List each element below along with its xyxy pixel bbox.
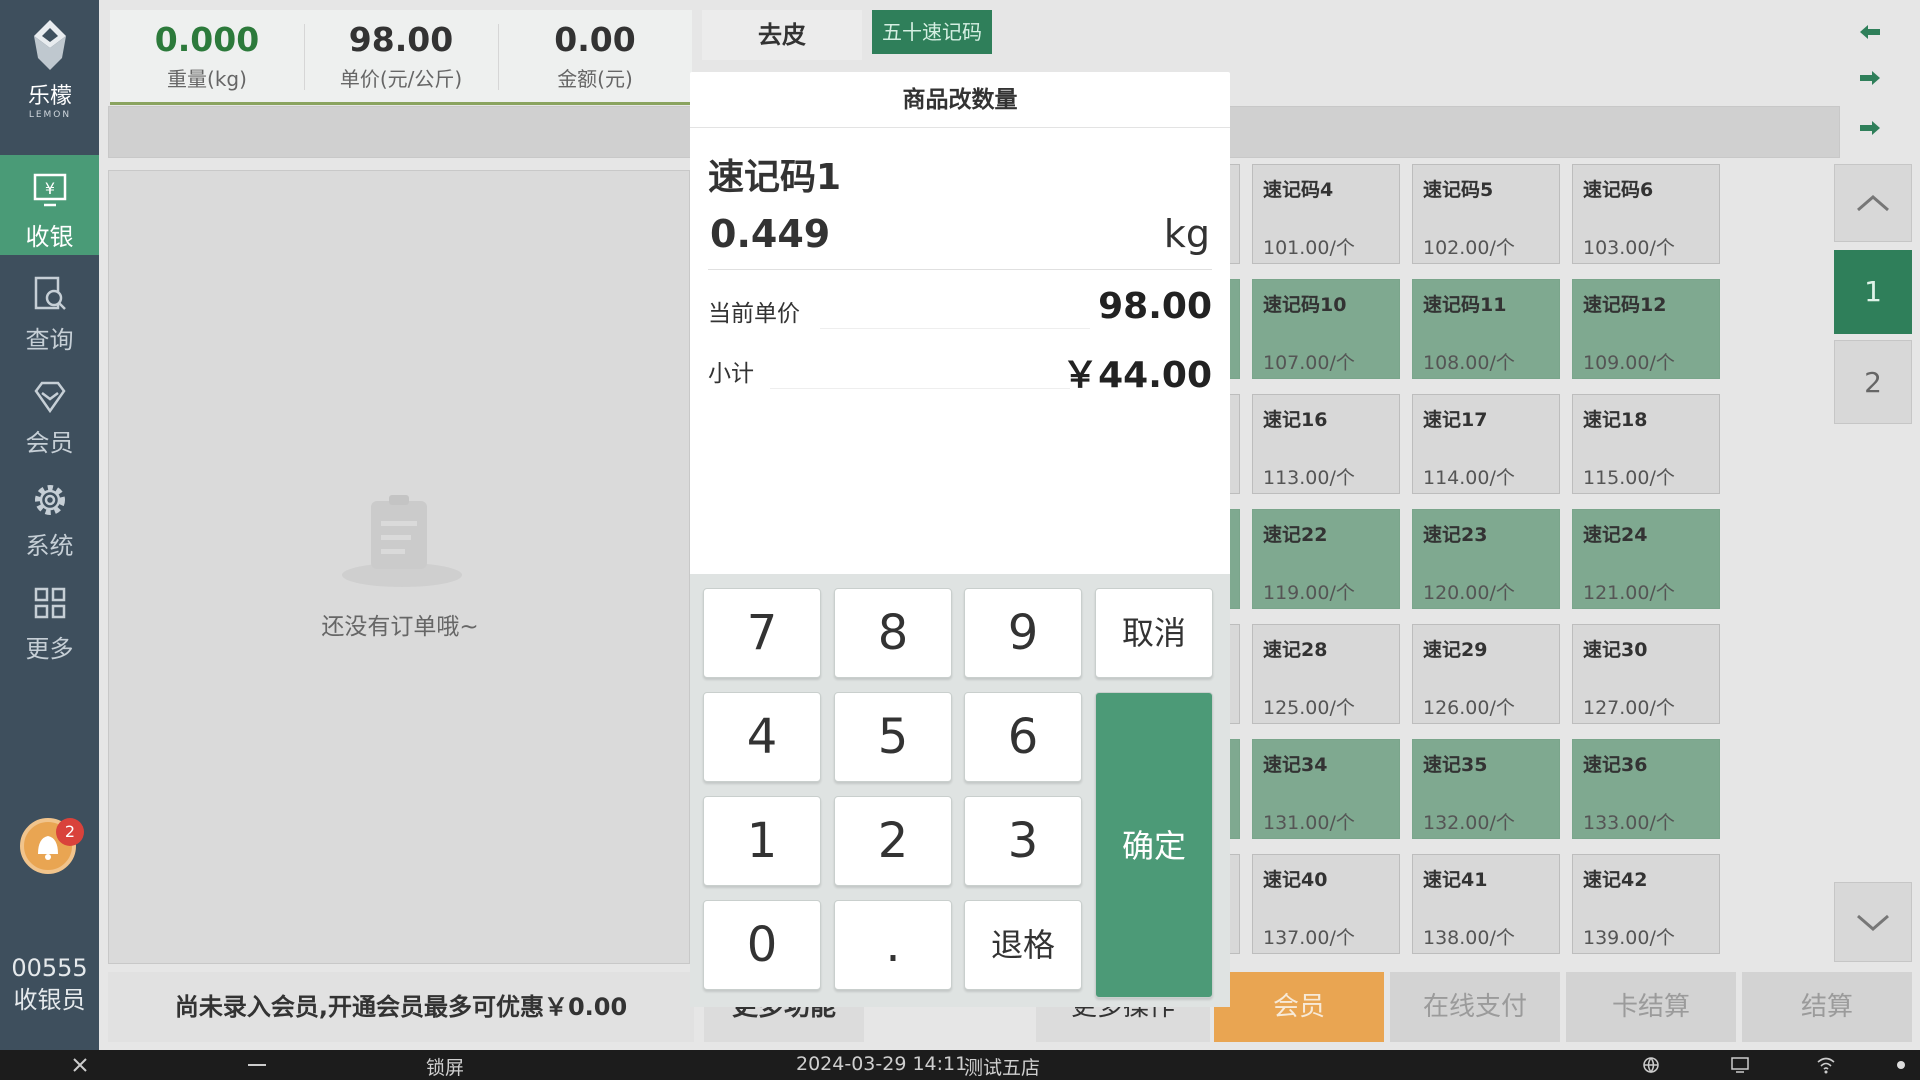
confirm-button[interactable]: 确定 bbox=[1095, 692, 1213, 998]
unit-price-label: 当前单价 bbox=[708, 301, 800, 327]
wifi-icon bbox=[1817, 1057, 1835, 1074]
key-5[interactable]: 5 bbox=[834, 692, 952, 782]
minimize-icon[interactable] bbox=[248, 1064, 266, 1066]
datetime: 2024-03-29 14:11 bbox=[796, 1053, 968, 1075]
globe-icon bbox=[1643, 1057, 1659, 1074]
numeric-keypad: 7 8 9 取消 4 5 6 确定 1 2 3 0 . 退格 bbox=[690, 574, 1230, 1007]
key-decimal[interactable]: . bbox=[834, 900, 952, 990]
product-name: 速记码1 bbox=[708, 157, 842, 198]
key-2[interactable]: 2 bbox=[834, 796, 952, 886]
lock-screen-button[interactable]: 锁屏 bbox=[426, 1053, 464, 1080]
key-7[interactable]: 7 bbox=[703, 588, 821, 678]
cancel-button[interactable]: 取消 bbox=[1095, 588, 1213, 678]
key-4[interactable]: 4 bbox=[703, 692, 821, 782]
subtotal-label: 小计 bbox=[708, 361, 754, 387]
key-0[interactable]: 0 bbox=[703, 900, 821, 990]
close-icon[interactable] bbox=[72, 1057, 88, 1073]
key-1[interactable]: 1 bbox=[703, 796, 821, 886]
store-name: 测试五店 bbox=[964, 1057, 1041, 1079]
dialog-title: 商品改数量 bbox=[690, 72, 1230, 128]
system-status-bar: 锁屏 2024-03-29 14:11 测试五店 bbox=[0, 1050, 1920, 1080]
backspace-button[interactable]: 退格 bbox=[964, 900, 1082, 990]
key-9[interactable]: 9 bbox=[964, 588, 1082, 678]
key-8[interactable]: 8 bbox=[834, 588, 952, 678]
quantity-input[interactable]: 0.449 bbox=[710, 212, 830, 256]
unit-price-value: 98.00 bbox=[1098, 286, 1212, 327]
subtotal-value: ￥44.00 bbox=[1062, 355, 1212, 396]
key-6[interactable]: 6 bbox=[964, 692, 1082, 782]
change-quantity-dialog: 商品改数量 速记码1 0.449 kg 当前单价 98.00 小计 ￥44.00… bbox=[690, 72, 1230, 1007]
quantity-unit: kg bbox=[1163, 212, 1210, 256]
monitor-icon bbox=[1731, 1057, 1749, 1073]
key-3[interactable]: 3 bbox=[964, 796, 1082, 886]
status-dot-icon bbox=[1897, 1061, 1905, 1069]
